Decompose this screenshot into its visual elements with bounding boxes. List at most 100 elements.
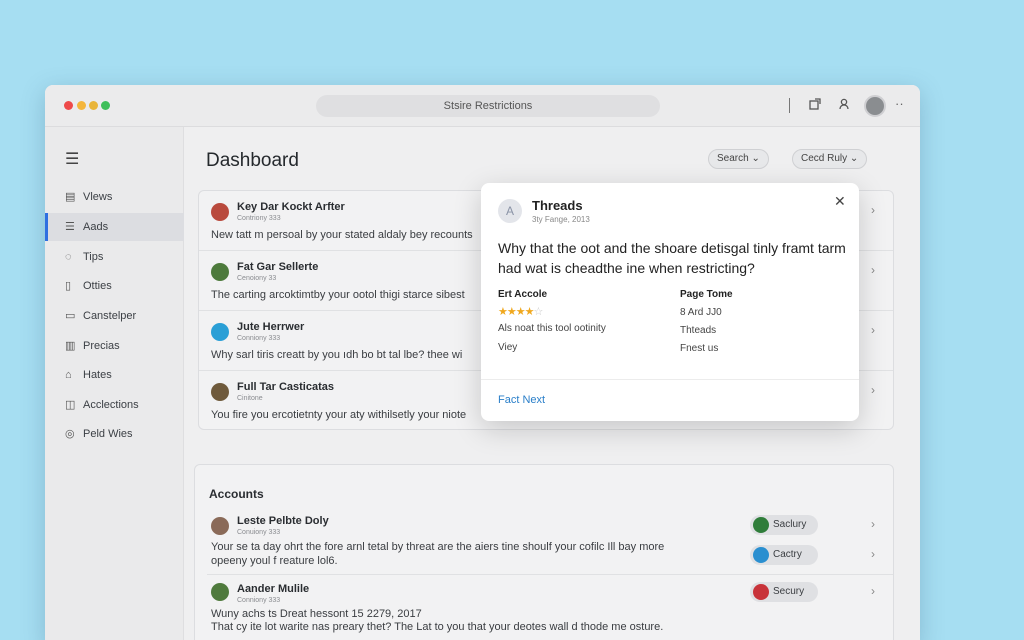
star-empty-icon: ☆ [533, 306, 544, 318]
document-icon: ▯ [65, 280, 72, 292]
list-icon: ☰ [65, 221, 75, 233]
target-icon: ◎ [65, 428, 75, 440]
menu-icon[interactable]: ☰ [65, 149, 79, 169]
star-rating: ★★★★☆ [498, 305, 606, 318]
account-preview: Wuny achs ts Dreat hessont 15 2279, 2017 [211, 608, 422, 620]
status-badge[interactable]: Cactry [750, 545, 818, 565]
account-preview: That cy ite lot warite nas preary thet? … [211, 621, 664, 633]
sidebar-item-label: Aads [83, 221, 109, 233]
user-icon[interactable] [837, 97, 851, 115]
sidebar-item-canstelper[interactable]: ▭ Canstelper [45, 302, 184, 330]
chevron-right-icon[interactable]: › [871, 383, 875, 397]
page-title: Dashboard [206, 150, 299, 171]
accounts-panel: Accounts Leste Pelbte Doly Conuiony 333 … [194, 464, 894, 640]
accounts-heading: Accounts [209, 487, 264, 501]
views-icon: ▤ [65, 191, 76, 203]
column-line: 8 Ard JJ0 [680, 307, 722, 318]
account-name: Leste Pelbte Doly [237, 515, 329, 527]
account-meta: Conuiony 333 [237, 529, 281, 536]
modal-column-right: Page Tome 8 Ard JJ0 Thteads Fnest us [680, 289, 733, 354]
avatar[interactable] [864, 95, 886, 117]
account-meta: Conniony 333 [237, 597, 281, 604]
sidebar-item-label: Hates [83, 369, 112, 381]
column-line: Als noat this tool ootinity [498, 323, 606, 334]
sidebar-item-acclections[interactable]: ◫ Acclections [45, 391, 184, 419]
calendar-icon: ▥ [65, 340, 76, 352]
sidebar-item-aads[interactable]: ☰ Aads [45, 213, 184, 241]
sidebar-item-label: Precias [83, 340, 120, 352]
account-preview: Your se ta day ohrt the fore arnl tetal … [211, 541, 665, 553]
thread-meta: Cinitone [237, 395, 263, 402]
sidebar-item-label: Peld Wies [83, 428, 133, 440]
thread-name: Fat Gar Sellerte [237, 261, 319, 273]
thread-name: Full Tar Casticatas [237, 381, 334, 393]
status-dot-icon [753, 517, 769, 533]
thread-preview: Why sarl tiris creatt by you ıdh bo bt t… [211, 349, 463, 361]
sidebar-item-label: Canstelper [83, 310, 137, 322]
chevron-right-icon[interactable]: › [871, 517, 875, 531]
sidebar: ☰ ▤ Vlews ☰ Aads ◌ Tips ▯ Otties ▭ Canstelper… [45, 127, 184, 640]
window-icon: ▭ [65, 310, 76, 322]
title-bar: Stsire Restrictions ·· [45, 85, 920, 127]
chevron-right-icon[interactable]: › [871, 263, 875, 277]
sidebar-item-tips[interactable]: ◌ Tips [45, 243, 184, 271]
next-link[interactable]: Fact Next [498, 394, 545, 406]
sidebar-item-label: Tips [83, 251, 104, 263]
minimize-window-button[interactable] [77, 101, 86, 110]
column-line: Viey [498, 342, 518, 353]
chevron-right-icon[interactable]: › [871, 547, 875, 561]
modal-column-left: Ert Accole ★★★★☆ Als noat this tool ooti… [498, 289, 606, 353]
status-dot-icon [753, 584, 769, 600]
sidebar-item-precias[interactable]: ▥ Precias [45, 332, 184, 360]
chevron-right-icon[interactable]: › [871, 584, 875, 598]
tips-icon: ◌ [65, 251, 72, 263]
column-heading: Ert Accole [498, 289, 548, 300]
sidebar-item-peld-wies[interactable]: ◎ Peld Wies [45, 420, 184, 448]
sidebar-item-label: Vlews [83, 191, 113, 203]
toolbar-divider [789, 98, 790, 113]
avatar: A [498, 199, 522, 223]
chevron-right-icon[interactable]: › [871, 203, 875, 217]
avatar [211, 383, 229, 401]
account-preview: opeeny youl f reature lol6. [211, 555, 338, 567]
status-badge[interactable]: Saclury [750, 515, 818, 535]
thread-preview: You fire you ercotietnty your aty withil… [211, 409, 467, 421]
status-badge[interactable]: Secury [750, 582, 818, 602]
thread-meta: Conniony 333 [237, 335, 281, 342]
modal-question: Why that the oot and the shoare detisgal… [498, 240, 846, 276]
thread-meta: Contriony 333 [237, 215, 281, 222]
divider [207, 574, 893, 575]
share-icon[interactable] [808, 97, 822, 115]
window-dot [89, 101, 98, 110]
address-bar[interactable]: Stsire Restrictions [316, 95, 660, 117]
home-icon: ⌂ [65, 369, 72, 381]
column-line: Thteads [680, 325, 717, 336]
more-icon[interactable]: ·· [895, 96, 904, 111]
status-label: Secury [773, 586, 805, 597]
close-icon[interactable]: ✕ [834, 193, 846, 210]
thread-preview: New tatt m persoal by your stated aldaly… [211, 229, 473, 241]
modal-title: Threads [532, 198, 583, 213]
search-button[interactable]: Search ⌄ [708, 149, 769, 169]
avatar [211, 203, 229, 221]
sidebar-item-hates[interactable]: ⌂ Hates [45, 361, 184, 389]
sidebar-item-views[interactable]: ▤ Vlews [45, 183, 184, 211]
collections-icon: ◫ [65, 399, 76, 411]
star-filled-icon: ★ [498, 306, 508, 318]
thread-name: Jute Herrwer [237, 321, 305, 333]
filter-dropdown[interactable]: Cecd Ruly ⌄ [792, 149, 868, 169]
maximize-window-button[interactable] [101, 101, 110, 110]
column-line: Fnest us [680, 343, 719, 354]
avatar [211, 323, 229, 341]
status-label: Saclury [773, 519, 807, 530]
sidebar-item-label: Acclections [83, 399, 139, 411]
avatar [211, 263, 229, 281]
status-dot-icon [753, 547, 769, 563]
account-name: Aander Mulile [237, 583, 310, 595]
sidebar-item-label: Otties [83, 280, 112, 292]
close-window-button[interactable] [64, 101, 73, 110]
divider [481, 379, 859, 380]
sidebar-item-otties[interactable]: ▯ Otties [45, 272, 184, 300]
chevron-right-icon[interactable]: › [871, 323, 875, 337]
thread-name: Key Dar Kockt Arfter [237, 201, 345, 213]
